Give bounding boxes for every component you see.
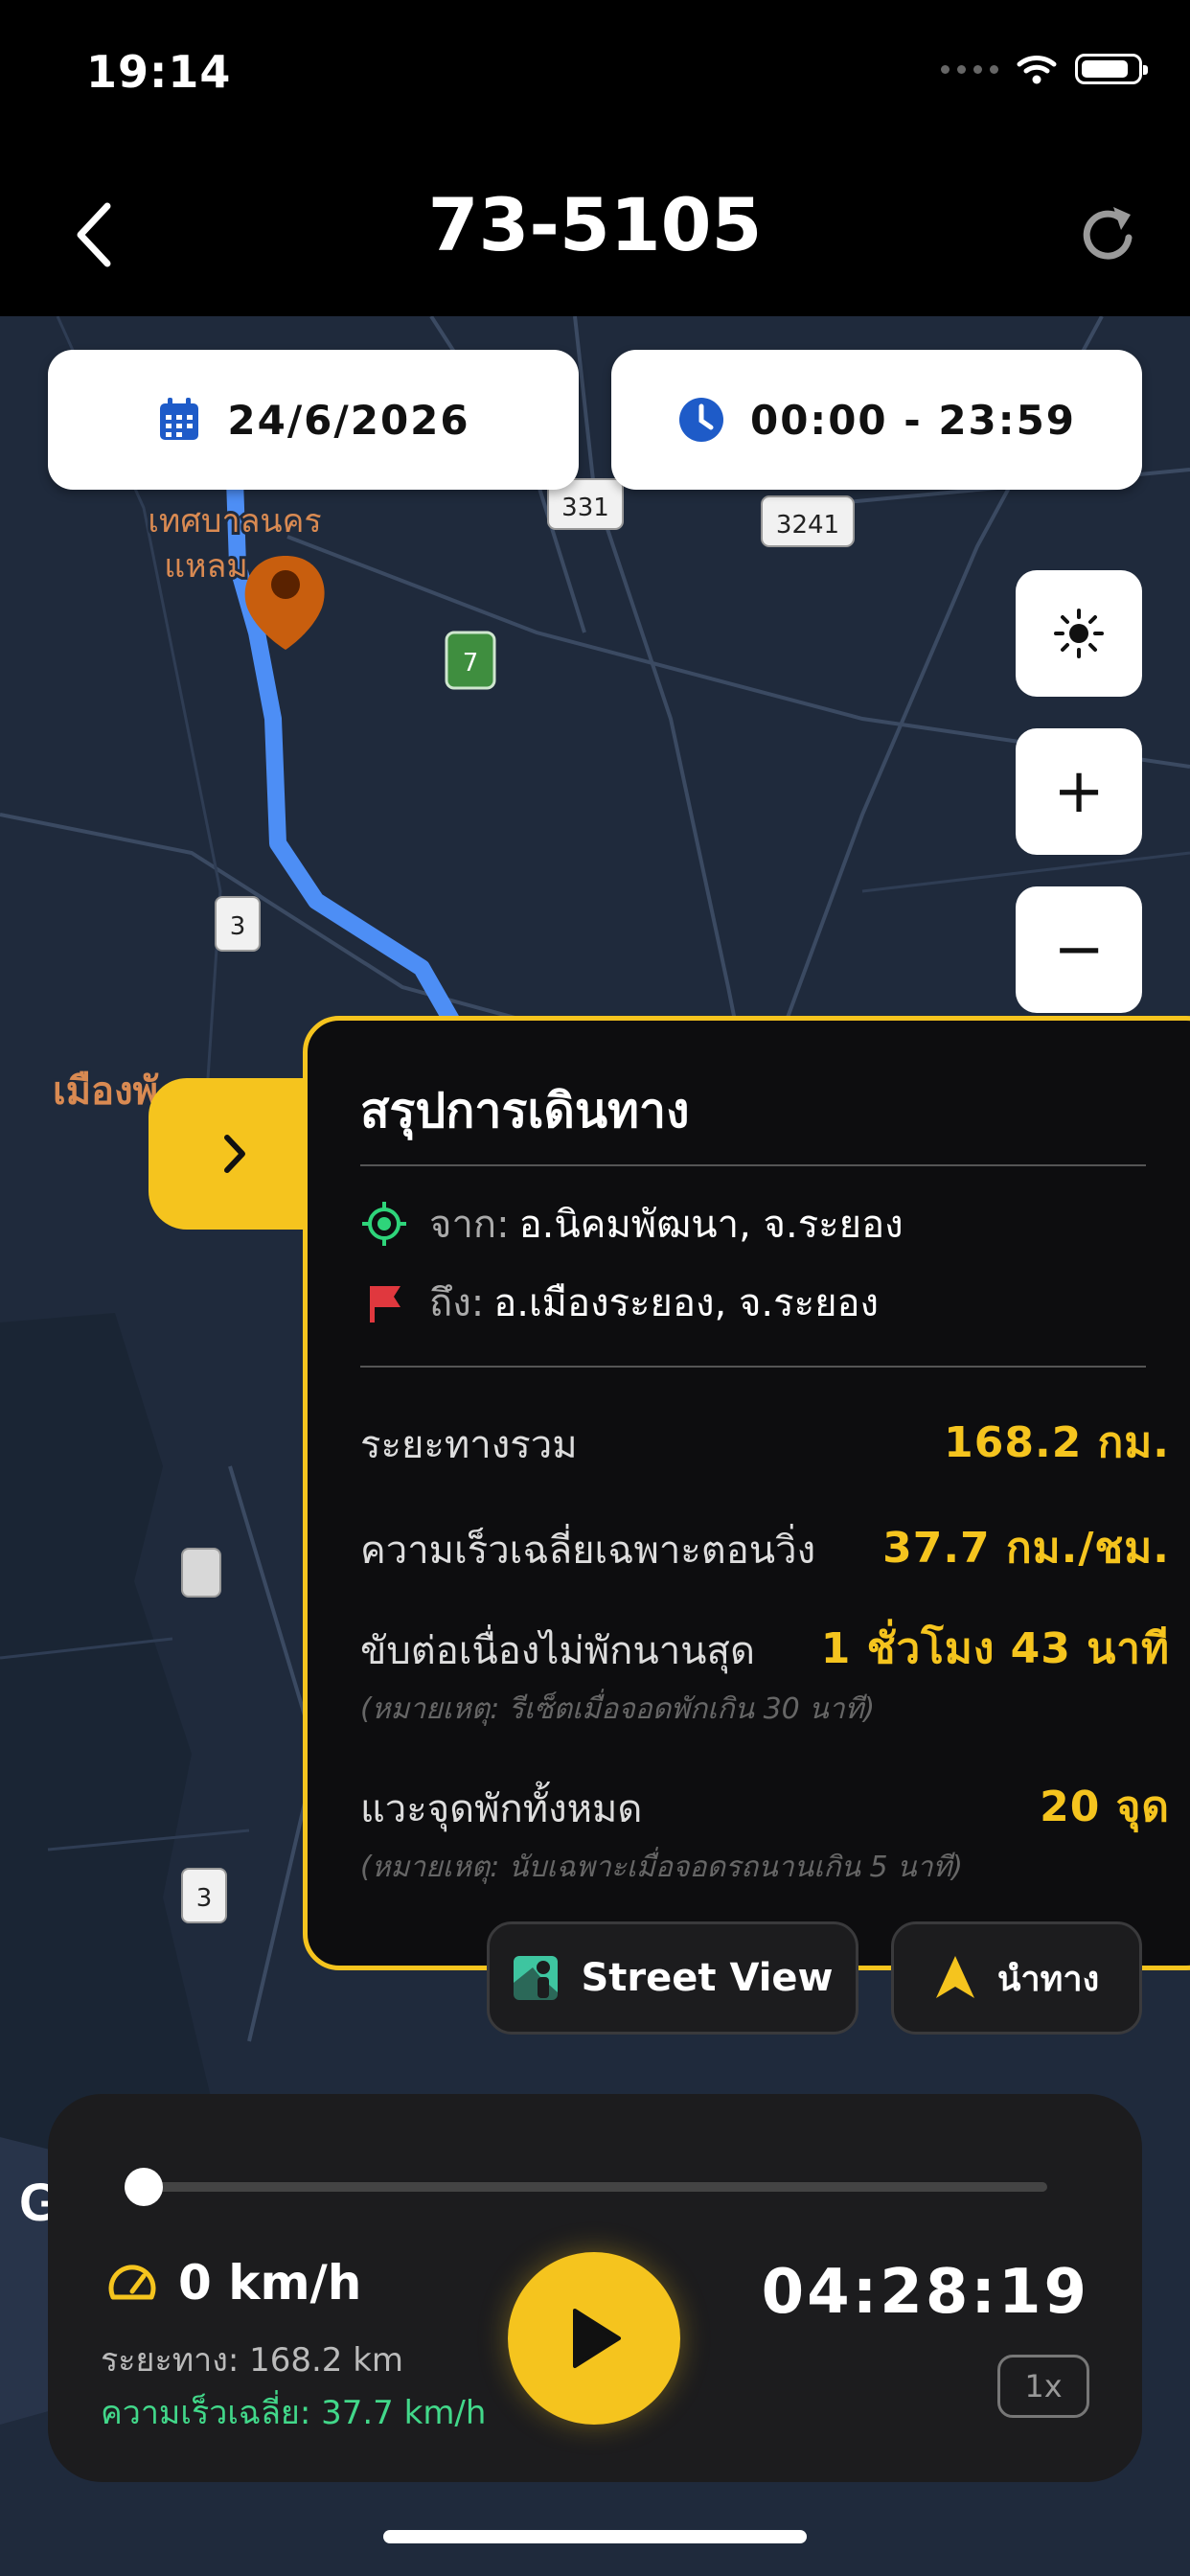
time-range-value: 00:00 - 23:59 [749,396,1077,444]
status-icons [941,53,1148,85]
current-speed: 0 km/h [105,2255,361,2311]
navigate-label: นำทาง [996,1959,1100,1999]
longest-drive-value: 1 ชั่วโมง 43 นาที [820,1624,1170,1673]
road-label: 3 [196,1884,213,1913]
navigate-button[interactable]: นำทาง [891,1921,1142,2035]
from-location: จาก: อ.นิคมพัฒนา, จ.ระยอง [360,1193,904,1254]
chevron-right-icon [224,1135,245,1173]
total-stops-note: (หมายเหตุ: นับเฉพาะเมื่อจอดรถนานเกิน 5 น… [360,1851,963,1884]
from-value: อ.นิคมพัฒนา, จ.ระยอง [518,1203,904,1247]
road-label: 3 [230,912,246,941]
street-view-icon [514,1956,559,2000]
to-label: ถึง: [429,1281,485,1325]
trip-summary-panel: สรุปการเดินทาง จาก: อ.นิคมพัฒนา, จ.ระยอง… [303,1016,1190,1970]
time-range-filter-button[interactable]: 00:00 - 23:59 [611,350,1142,490]
speedometer-icon [108,2265,156,2300]
playback-slider[interactable] [144,2182,1047,2192]
playback-avg-speed: ความเร็วเฉลี่ย: 37.7 km/h [101,2394,487,2432]
flag-icon [370,1286,400,1322]
road-shield [181,1548,221,1598]
nav-bar: 73-5105 [0,144,1190,316]
current-speed-value: 0 km/h [178,2255,362,2311]
elapsed-time: 04:28:19 [761,2257,1089,2328]
total-distance-label: ระยะทางรวม [360,1423,578,1467]
total-distance-value: 168.2 กม. [944,1418,1170,1467]
calendar-icon [160,398,199,440]
longest-drive-label: ขับต่อเนื่องไม่พักนานสุด [360,1629,755,1673]
crosshair-icon [362,1202,406,1246]
road-shield: 3241 [761,495,855,547]
date-value: 24/6/2026 [227,396,470,444]
longest-drive-note: (หมายเหตุ: รีเซ็ตเมื่อจอดพักเกิน 30 นาที… [360,1692,876,1726]
to-value: อ.เมืองระยอง, จ.ระยอง [493,1281,880,1325]
street-view-label: Street View [581,1956,834,2000]
battery-icon [1075,54,1148,84]
place-label: เทศบาลนคร [148,502,321,540]
summary-collapse-button[interactable] [149,1078,321,1230]
to-location: ถึง: อ.เมืองระยอง, จ.ระยอง [360,1272,879,1333]
road-shield: 3 [181,1868,227,1923]
road-shield: 7 [445,631,496,690]
road-shield: 3 [215,896,261,952]
playback-panel: 0 km/h ระยะทาง: 168.2 km ความเร็วเฉลี่ย:… [48,2094,1142,2482]
play-button[interactable] [508,2252,680,2425]
divider [360,1164,1146,1166]
playback-slider-thumb[interactable] [125,2168,163,2206]
total-stops-label: แวะจุดพักทั้งหมด [360,1787,643,1831]
vehicle-plate-title: 73-5105 [427,182,763,267]
wifi-icon [1017,56,1057,84]
play-icon [573,2309,621,2368]
place-label: แหลม [164,547,248,586]
street-view-button[interactable]: Street View [487,1921,858,2035]
place-label: เมืองพั [53,1070,159,1114]
playback-rate-button[interactable]: 1x [997,2355,1089,2418]
zoom-out-button[interactable]: − [1016,886,1142,1013]
date-filter-button[interactable]: 24/6/2026 [48,350,579,490]
sun-icon [1054,609,1104,658]
clock-icon [678,398,723,442]
road-label: 331 [561,494,609,522]
zoom-in-button[interactable]: + [1016,728,1142,855]
road-label: 7 [463,649,479,678]
avg-speed-label: ความเร็วเฉลี่ยเฉพาะตอนวิ่ง [360,1529,816,1573]
status-time: 19:14 [86,46,232,98]
map-style-toggle-button[interactable] [1016,570,1142,697]
home-indicator[interactable] [383,2530,807,2543]
total-stops-value: 20 จุด [1040,1782,1170,1831]
playback-distance: ระยะทาง: 168.2 km [101,2341,404,2380]
road-label: 3241 [776,511,839,540]
from-label: จาก: [429,1203,510,1247]
summary-title: สรุปการเดินทาง [360,1083,690,1138]
divider [360,1366,1146,1368]
refresh-icon[interactable] [1075,201,1142,268]
navigation-arrow-icon [935,1956,974,1998]
status-bar: 19:14 [0,0,1190,144]
avg-speed-value: 37.7 กม./ชม. [882,1524,1170,1573]
signal-icon [941,64,998,74]
